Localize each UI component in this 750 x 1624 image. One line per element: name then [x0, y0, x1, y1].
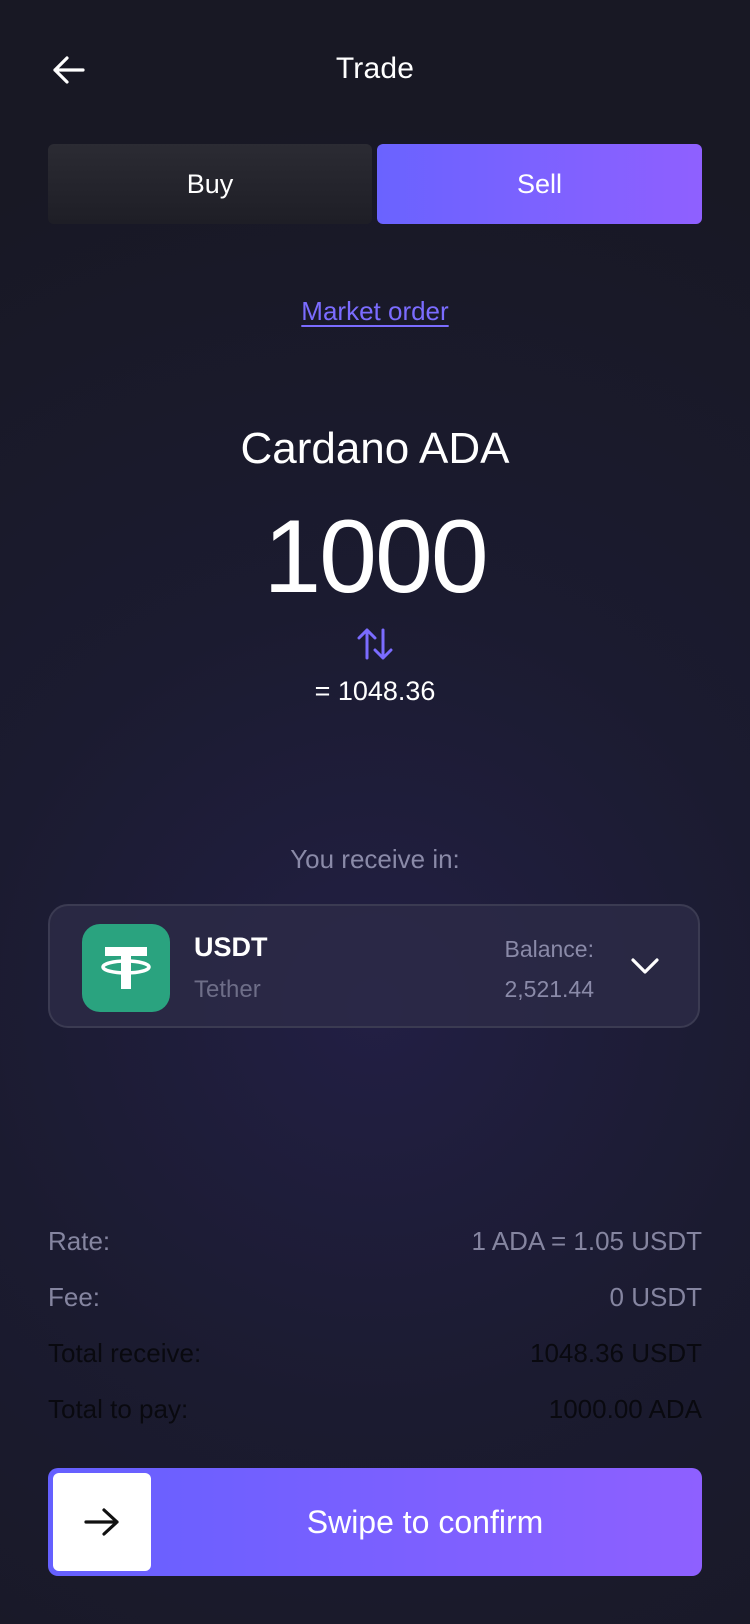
market-order-link[interactable]: Market order: [301, 296, 448, 326]
tab-sell[interactable]: Sell: [377, 144, 702, 224]
coin-symbol: USDT: [194, 932, 268, 962]
total-receive-value: 1048.36 USDT: [530, 1338, 702, 1368]
total-pay-label: Total to pay:: [48, 1394, 189, 1424]
converted-amount: = 1048.36: [314, 676, 436, 706]
fee-value: 0 USDT: [609, 1282, 702, 1312]
rate-label: Rate:: [48, 1226, 111, 1256]
receive-label: You receive in:: [290, 844, 460, 874]
balance-value: 2,521.44: [504, 976, 594, 1002]
rate-value: 1 ADA = 1.05 USDT: [471, 1226, 702, 1256]
market-order-container: Market order: [0, 296, 750, 327]
coin-name: Tether: [194, 976, 261, 1003]
total-receive-label: Total receive:: [48, 1338, 202, 1368]
fee-label: Fee:: [48, 1282, 101, 1312]
swap-vertical-icon[interactable]: [355, 624, 395, 664]
page-title: Trade: [335, 52, 415, 85]
tether-logo-icon: [82, 924, 170, 1012]
tab-buy[interactable]: Buy: [48, 144, 372, 224]
balance-label: Balance:: [504, 936, 594, 962]
swipe-label: Swipe to confirm: [306, 1503, 544, 1540]
swipe-to-confirm-slider[interactable]: Swipe to confirm: [48, 1468, 702, 1576]
amount-input[interactable]: 1000: [0, 502, 750, 612]
arrow-right-icon: [84, 1508, 119, 1536]
swipe-knob[interactable]: [53, 1473, 151, 1571]
chevron-down-icon: [631, 958, 659, 974]
receive-asset-selector[interactable]: USDT Tether Balance: 2,521.44: [48, 904, 700, 1028]
total-pay-value: 1000.00 ADA: [548, 1394, 702, 1424]
asset-title: Cardano ADA: [240, 424, 510, 473]
